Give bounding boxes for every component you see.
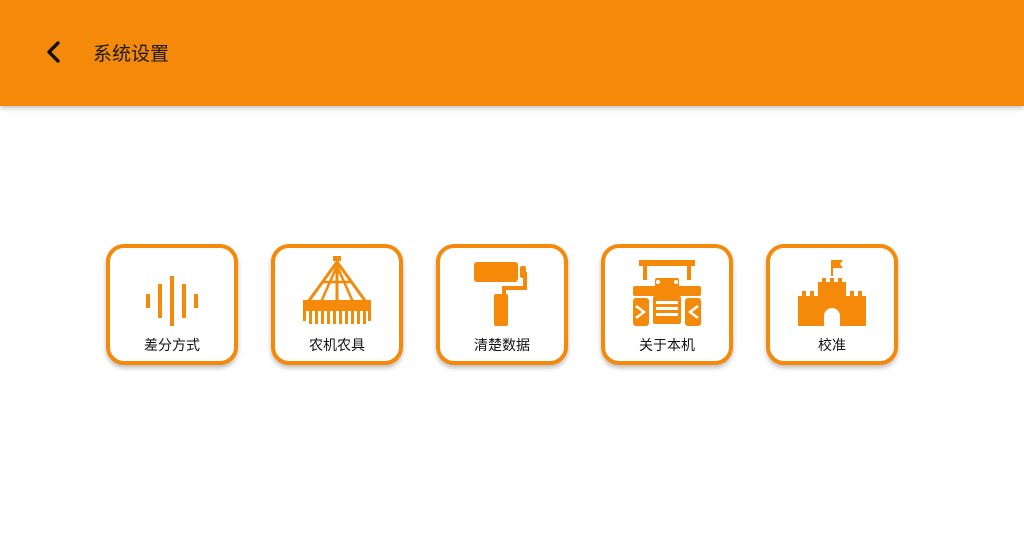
menu-tile-farm-machinery[interactable]: 农机农具 bbox=[271, 244, 403, 365]
paint-roller-icon bbox=[468, 256, 536, 328]
back-button[interactable] bbox=[36, 36, 72, 72]
menu-tile-clear-data[interactable]: 清楚数据 bbox=[436, 244, 568, 365]
menu-tile-differential-mode[interactable]: 差分方式 bbox=[106, 244, 238, 365]
menu-tile-label: 关于本机 bbox=[639, 338, 695, 354]
menu-tile-about-device[interactable]: 关于本机 bbox=[601, 244, 733, 365]
page-title: 系统设置 bbox=[93, 43, 170, 65]
farm-implement-icon bbox=[303, 256, 371, 328]
menu-tile-label: 校准 bbox=[818, 338, 846, 354]
tractor-icon bbox=[633, 256, 701, 328]
chevron-left-icon bbox=[44, 40, 64, 68]
menu-tile-label: 农机农具 bbox=[309, 338, 365, 354]
menu-tile-label: 差分方式 bbox=[144, 338, 200, 354]
app-header: 系统设置 bbox=[0, 0, 1024, 106]
castle-icon bbox=[798, 256, 866, 328]
menu-tile-calibration[interactable]: 校准 bbox=[766, 244, 898, 365]
menu-tile-label: 清楚数据 bbox=[474, 338, 530, 354]
sound-wave-icon bbox=[138, 256, 206, 328]
